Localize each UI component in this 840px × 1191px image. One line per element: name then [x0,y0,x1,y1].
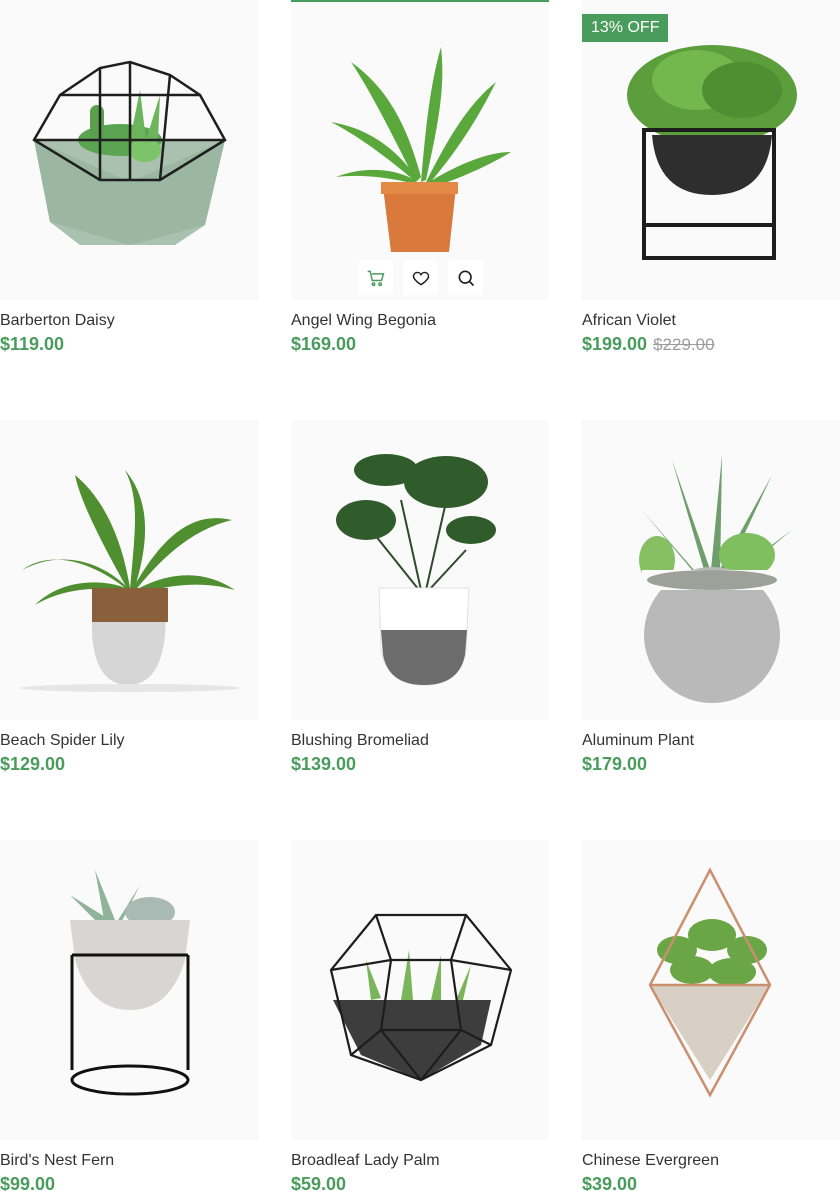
product-image[interactable] [582,420,840,720]
leafy-plant-concrete-pot-image [20,470,240,692]
product-image[interactable] [291,840,549,1140]
product-price-row: $99.00 [0,1174,258,1191]
product-price: $129.00 [0,754,66,774]
fern-terracotta-pot-image [331,47,511,252]
product-old-price: $229.00 [653,335,715,354]
product-price-row: $169.00 [291,334,549,356]
product-card[interactable]: Beach Spider Lily $129.00 [0,420,258,776]
product-price: $39.00 [582,1174,638,1191]
product-name[interactable]: Barberton Daisy [0,312,258,330]
product-image[interactable] [291,420,549,720]
product-grid: Barberton Daisy $119.00 Angel Wing Begon… [0,0,840,1191]
discount-badge: 13% OFF [582,14,669,42]
product-card[interactable]: Angel Wing Begonia $169.00 [291,0,549,356]
product-name[interactable]: Beach Spider Lily [0,732,258,750]
product-image[interactable] [582,840,840,1140]
product-price: $99.00 [0,1174,56,1191]
product-hover-actions [358,260,483,295]
monstera-white-grey-pot-image [336,454,496,686]
product-card[interactable]: Aluminum Plant $179.00 [582,420,840,776]
geometric-terrarium-planter-image [32,60,227,245]
bowl-planter-metal-stand-image [627,45,797,260]
product-name[interactable]: Chinese Evergreen [582,1152,840,1170]
product-name[interactable]: Blushing Bromeliad [291,732,549,750]
product-image[interactable] [0,840,258,1140]
glass-dodecahedron-terrarium-image [329,913,513,1082]
product-price: $169.00 [291,334,357,354]
product-name[interactable]: Bird's Nest Fern [0,1152,258,1170]
product-price-row: $179.00 [582,754,840,776]
product-image[interactable] [0,420,258,720]
product-price-row: $119.00 [0,334,258,356]
product-card[interactable]: Bird's Nest Fern $99.00 [0,840,258,1191]
product-image[interactable]: 13% OFF [582,0,840,300]
product-price: $119.00 [0,334,65,354]
hanging-copper-planter-image [648,867,772,1098]
product-price-row: $129.00 [0,754,258,776]
cart-icon [367,270,385,286]
succulents-bowl-wire-stand-image [70,870,190,1096]
search-icon [458,270,474,286]
product-name[interactable]: Broadleaf Lady Palm [291,1152,549,1170]
product-price-row: $59.00 [291,1174,549,1191]
product-price: $199.00 [582,334,648,354]
product-price: $59.00 [291,1174,347,1191]
product-name[interactable]: African Violet [582,312,840,330]
product-card[interactable]: Chinese Evergreen $39.00 [582,840,840,1191]
product-card[interactable]: 13% OFF African Violet $199.00 $229.00 [582,0,840,356]
product-card[interactable]: Broadleaf Lady Palm $59.00 [291,840,549,1191]
add-to-cart-button[interactable] [358,260,393,295]
product-price-row: $39.00 [582,1174,840,1191]
heart-icon [412,271,429,286]
quick-view-button[interactable] [448,260,483,295]
product-price: $179.00 [582,754,648,774]
product-card[interactable]: Barberton Daisy $119.00 [0,0,258,356]
product-name[interactable]: Angel Wing Begonia [291,312,549,330]
product-price: $139.00 [291,754,357,774]
add-to-wishlist-button[interactable] [403,260,438,295]
product-image[interactable] [291,0,549,300]
succulents-round-concrete-pot-image [639,455,792,703]
product-image[interactable] [0,0,258,300]
product-price-row: $199.00 $229.00 [582,334,840,356]
product-price-row: $139.00 [291,754,549,776]
product-name[interactable]: Aluminum Plant [582,732,840,750]
product-card[interactable]: Blushing Bromeliad $139.00 [291,420,549,776]
